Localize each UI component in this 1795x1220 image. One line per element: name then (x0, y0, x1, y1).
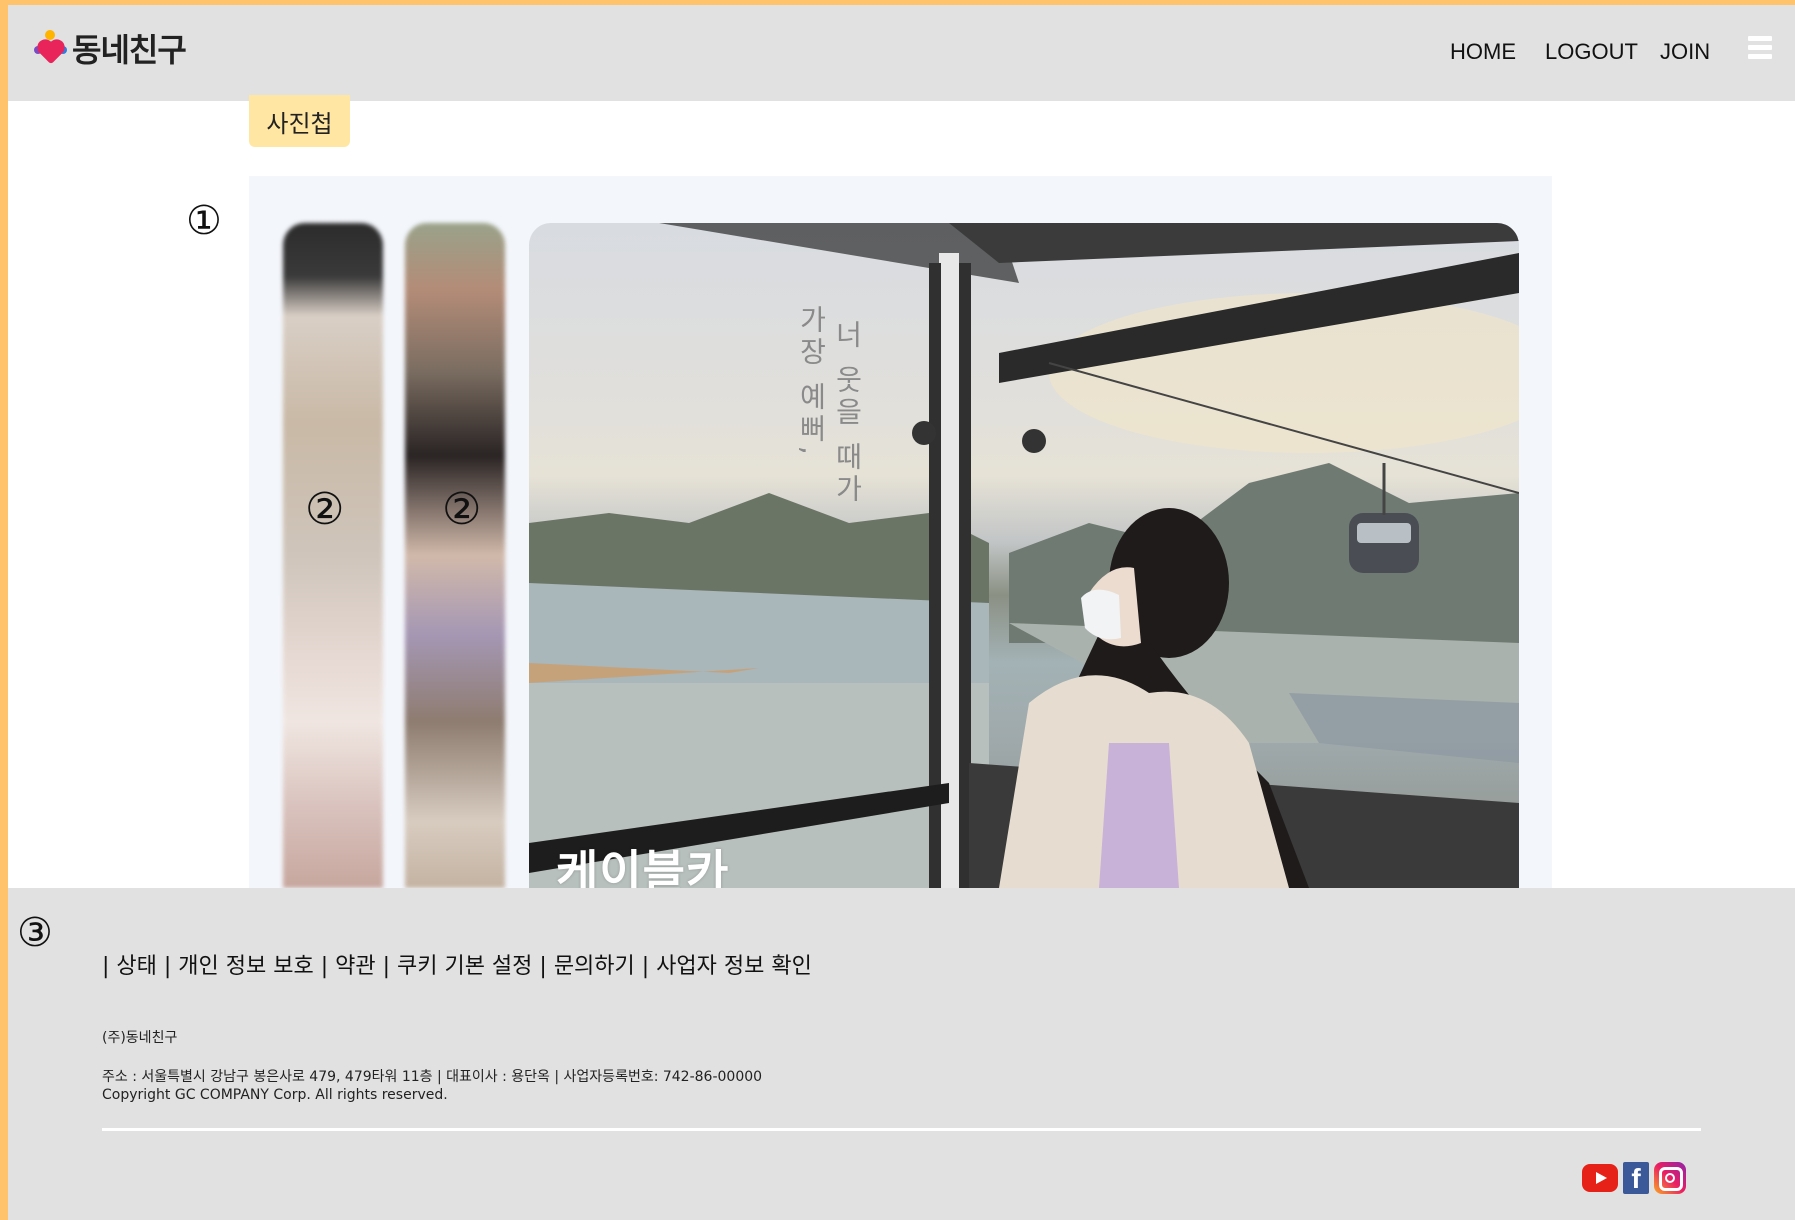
site-logo[interactable]: 동네친구 (32, 25, 187, 71)
footer-company-name: (주)동네친구 (102, 1030, 178, 1046)
instagram-icon[interactable] (1654, 1162, 1686, 1194)
logo-mark-icon (32, 28, 70, 68)
annotation-marker-2b: ② (442, 484, 482, 535)
logo-text: 동네친구 (72, 31, 187, 69)
frame-left-border (0, 0, 8, 1220)
gallery-thumbnail-1[interactable] (283, 223, 383, 888)
album-tab[interactable]: 사진첩 (249, 95, 350, 147)
frame-top-border (0, 0, 1795, 5)
nav-logout-link[interactable]: LOGOUT (1545, 39, 1638, 65)
annotation-marker-3: ③ (17, 910, 53, 956)
photo-poem-line-1: 너 웃을 때가 (831, 320, 864, 506)
annotation-marker-2a: ② (305, 484, 345, 535)
nav-home-link[interactable]: HOME (1450, 39, 1516, 65)
gallery-main-photo[interactable] (529, 223, 1519, 888)
gallery-thumbnail-2[interactable] (405, 223, 505, 888)
annotation-marker-1: ① (186, 198, 222, 244)
footer-copyright: Copyright GC COMPANY Corp. All rights re… (102, 1087, 448, 1103)
hamburger-icon[interactable] (1748, 36, 1774, 62)
photo-poem-line-2: 가장 예뻐, (795, 305, 828, 459)
site-footer: | 상태 | 개인 정보 보호 | 약관 | 쿠키 기본 설정 | 문의하기 |… (8, 888, 1795, 1220)
facebook-icon[interactable]: f (1623, 1162, 1649, 1194)
footer-divider (102, 1128, 1701, 1131)
cable-car-scene-image (529, 223, 1519, 888)
youtube-icon[interactable] (1582, 1164, 1618, 1192)
footer-links[interactable]: | 상태 | 개인 정보 보호 | 약관 | 쿠키 기본 설정 | 문의하기 |… (102, 948, 812, 980)
footer-address: 주소 : 서울특별시 강남구 봉은사로 479, 479타워 11층 | 대표이… (102, 1069, 763, 1085)
nav-join-link[interactable]: JOIN (1660, 39, 1710, 65)
site-header: 동네친구 HOME LOGOUT JOIN (8, 5, 1795, 101)
